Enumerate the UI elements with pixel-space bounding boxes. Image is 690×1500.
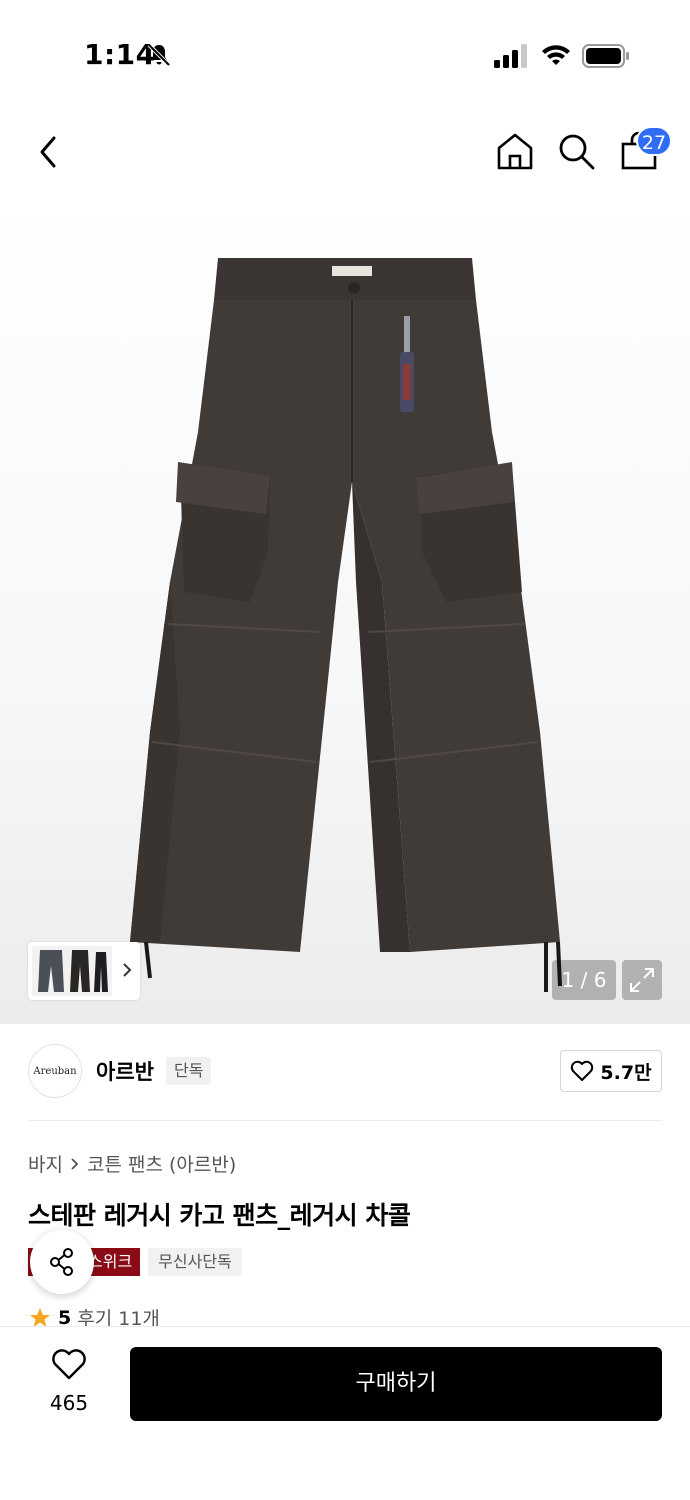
wishlist-count: 465: [49, 1391, 89, 1415]
breadcrumb: 바지 코튼 팬츠 (아르반): [28, 1150, 236, 1177]
cart-count-badge: 27: [636, 126, 672, 156]
chevron-right-icon: [71, 1157, 79, 1170]
chevron-right-icon[interactable]: [120, 958, 134, 982]
brand-logo[interactable]: Areuban: [28, 1044, 82, 1098]
exclusive-badge: 무신사단독: [148, 1248, 242, 1276]
cellular-signal-icon: [494, 44, 527, 68]
battery-icon: [582, 44, 629, 68]
status-bar: 1:14: [0, 0, 690, 110]
bell-muted-icon: [147, 43, 171, 67]
expand-icon: [630, 968, 654, 992]
exclusive-tag: 단독: [166, 1057, 212, 1085]
share-icon: [50, 1248, 73, 1276]
thumbnail-image: [32, 946, 112, 996]
divider: [28, 1120, 662, 1121]
heart-icon: [571, 1060, 594, 1081]
status-time: 1:14: [84, 38, 156, 71]
breadcrumb-item[interactable]: 바지: [28, 1150, 63, 1177]
wishlist-button[interactable]: 465: [40, 1349, 98, 1415]
brand-name[interactable]: 아르반: [96, 1056, 154, 1086]
back-arrow-icon[interactable]: [28, 130, 68, 174]
bottom-action-bar: 465 구매하기: [0, 1326, 690, 1500]
brand-like-count: 5.7만: [600, 1061, 652, 1084]
buy-button[interactable]: 구매하기: [130, 1347, 662, 1421]
brand-like-button[interactable]: 5.7만: [560, 1050, 662, 1092]
breadcrumb-item[interactable]: 코튼 팬츠 (아르반): [87, 1150, 236, 1177]
image-counter: 1 / 6: [552, 960, 616, 1000]
wifi-icon: [542, 45, 570, 65]
share-button[interactable]: [30, 1230, 94, 1294]
expand-button[interactable]: [622, 960, 662, 1000]
product-image: [130, 258, 562, 992]
thumbnail-strip[interactable]: [28, 942, 140, 1000]
product-title: 스테판 레거시 카고 팬츠_레거시 차콜: [28, 1201, 411, 1230]
home-icon[interactable]: [494, 130, 536, 172]
product-image-gallery[interactable]: 1 / 6: [0, 192, 690, 1024]
search-icon[interactable]: [556, 130, 596, 172]
heart-icon: [52, 1349, 86, 1380]
